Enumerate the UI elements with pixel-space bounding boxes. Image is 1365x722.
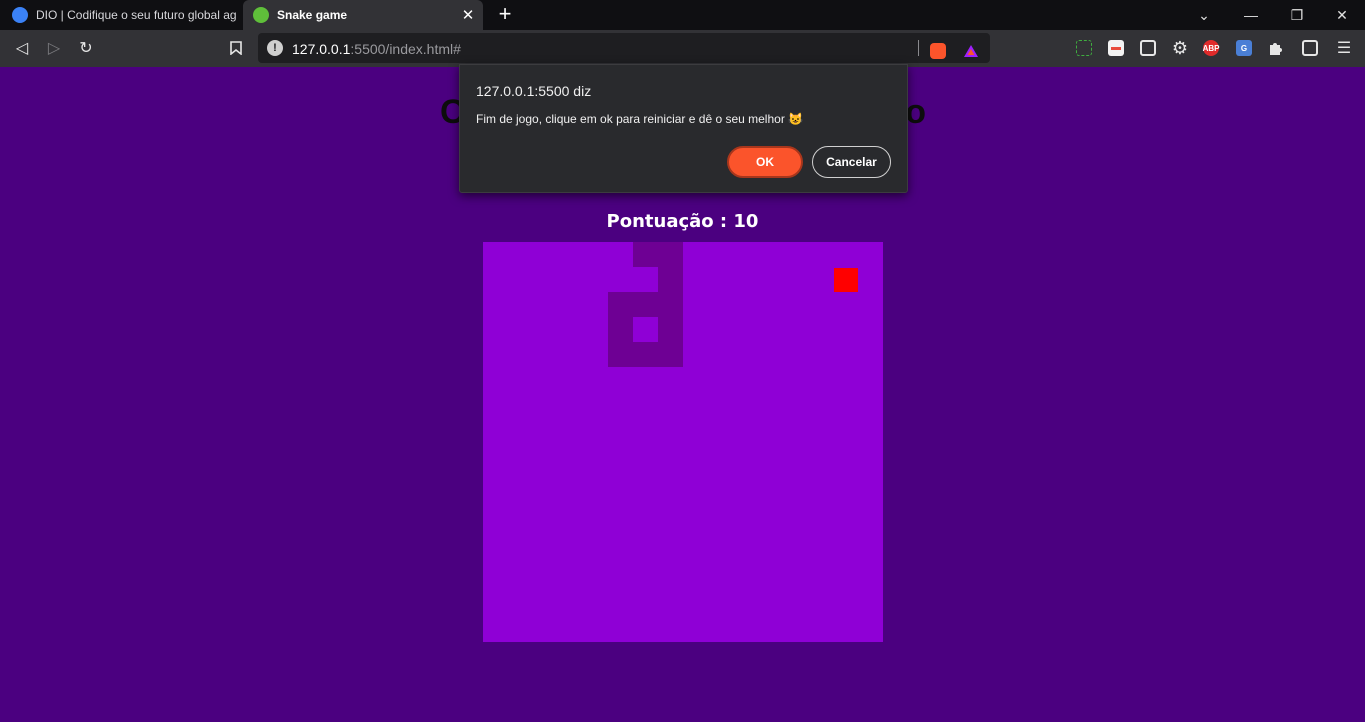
brave-shield-icon[interactable] (930, 43, 946, 59)
close-tab-icon[interactable]: ✕ (457, 6, 479, 24)
close-window-button[interactable]: ✕ (1319, 0, 1365, 30)
bookmark-icon[interactable] (224, 36, 248, 60)
snake-segment (658, 242, 683, 267)
site-info-icon[interactable]: ! (267, 40, 283, 56)
snake-segment (658, 267, 683, 292)
browser-toolbar: ◁ ▷ ↻ ! 127.0.0.1:5500/index.html# ⚙ ABP… (0, 30, 1365, 67)
score-text: Pontuação : 10 (606, 211, 759, 232)
snake-segment (608, 292, 633, 317)
dialog-message: Fim de jogo, clique em ok para reiniciar… (476, 112, 804, 126)
restore-button[interactable]: ❐ (1274, 0, 1320, 30)
tab-snake-game[interactable]: Snake game ✕ (243, 0, 483, 30)
snake-segment (658, 292, 683, 317)
tab-dio[interactable]: DIO | Codifique o seu futuro global ag (0, 0, 242, 30)
minimize-button[interactable]: — (1228, 0, 1274, 30)
screenshot-icon[interactable] (1076, 40, 1092, 56)
alert-dialog: 127.0.0.1:5500 diz Fim de jogo, clique e… (459, 64, 908, 193)
reload-icon[interactable]: ↻ (74, 36, 98, 60)
snake-segment (658, 317, 683, 342)
snake-segment (633, 292, 658, 317)
ok-button[interactable]: OK (727, 146, 803, 178)
wallet-icon[interactable] (1302, 40, 1318, 56)
reader-icon[interactable] (1108, 40, 1124, 56)
snake-segment (658, 342, 683, 367)
forward-icon[interactable]: ▷ (42, 36, 66, 60)
cancel-button[interactable]: Cancelar (812, 146, 891, 178)
tab-strip: DIO | Codifique o seu futuro global ag S… (0, 0, 1365, 30)
snake-segment (608, 317, 633, 342)
puzzle-icon[interactable] (1264, 36, 1288, 60)
translate-icon[interactable]: G (1236, 40, 1252, 56)
back-icon[interactable]: ◁ (10, 36, 34, 60)
omnibox-divider (918, 40, 919, 56)
tab-title: DIO | Codifique o seu futuro global ag (36, 8, 237, 22)
snake-segment (633, 342, 658, 367)
snake-segment (633, 242, 658, 267)
menu-icon[interactable]: ☰ (1332, 36, 1356, 60)
dio-favicon-icon (12, 7, 28, 23)
address-bar[interactable]: ! 127.0.0.1:5500/index.html# (258, 33, 990, 63)
url-text[interactable]: 127.0.0.1:5500/index.html# (292, 41, 461, 57)
dialog-title: 127.0.0.1:5500 diz (476, 83, 592, 99)
new-tab-button[interactable]: + (494, 3, 516, 27)
tab-title: Snake game (277, 8, 348, 22)
snake-segment (608, 342, 633, 367)
tab-search-icon[interactable]: ⌄ (1181, 0, 1227, 30)
adblock-plus-icon[interactable]: ABP (1203, 40, 1219, 56)
food-item (834, 268, 858, 292)
game-board[interactable] (483, 242, 883, 642)
brave-rewards-icon[interactable] (963, 43, 979, 59)
pip-icon[interactable] (1140, 40, 1156, 56)
gear-icon[interactable]: ⚙ (1168, 36, 1192, 60)
snake-favicon-icon (253, 7, 269, 23)
